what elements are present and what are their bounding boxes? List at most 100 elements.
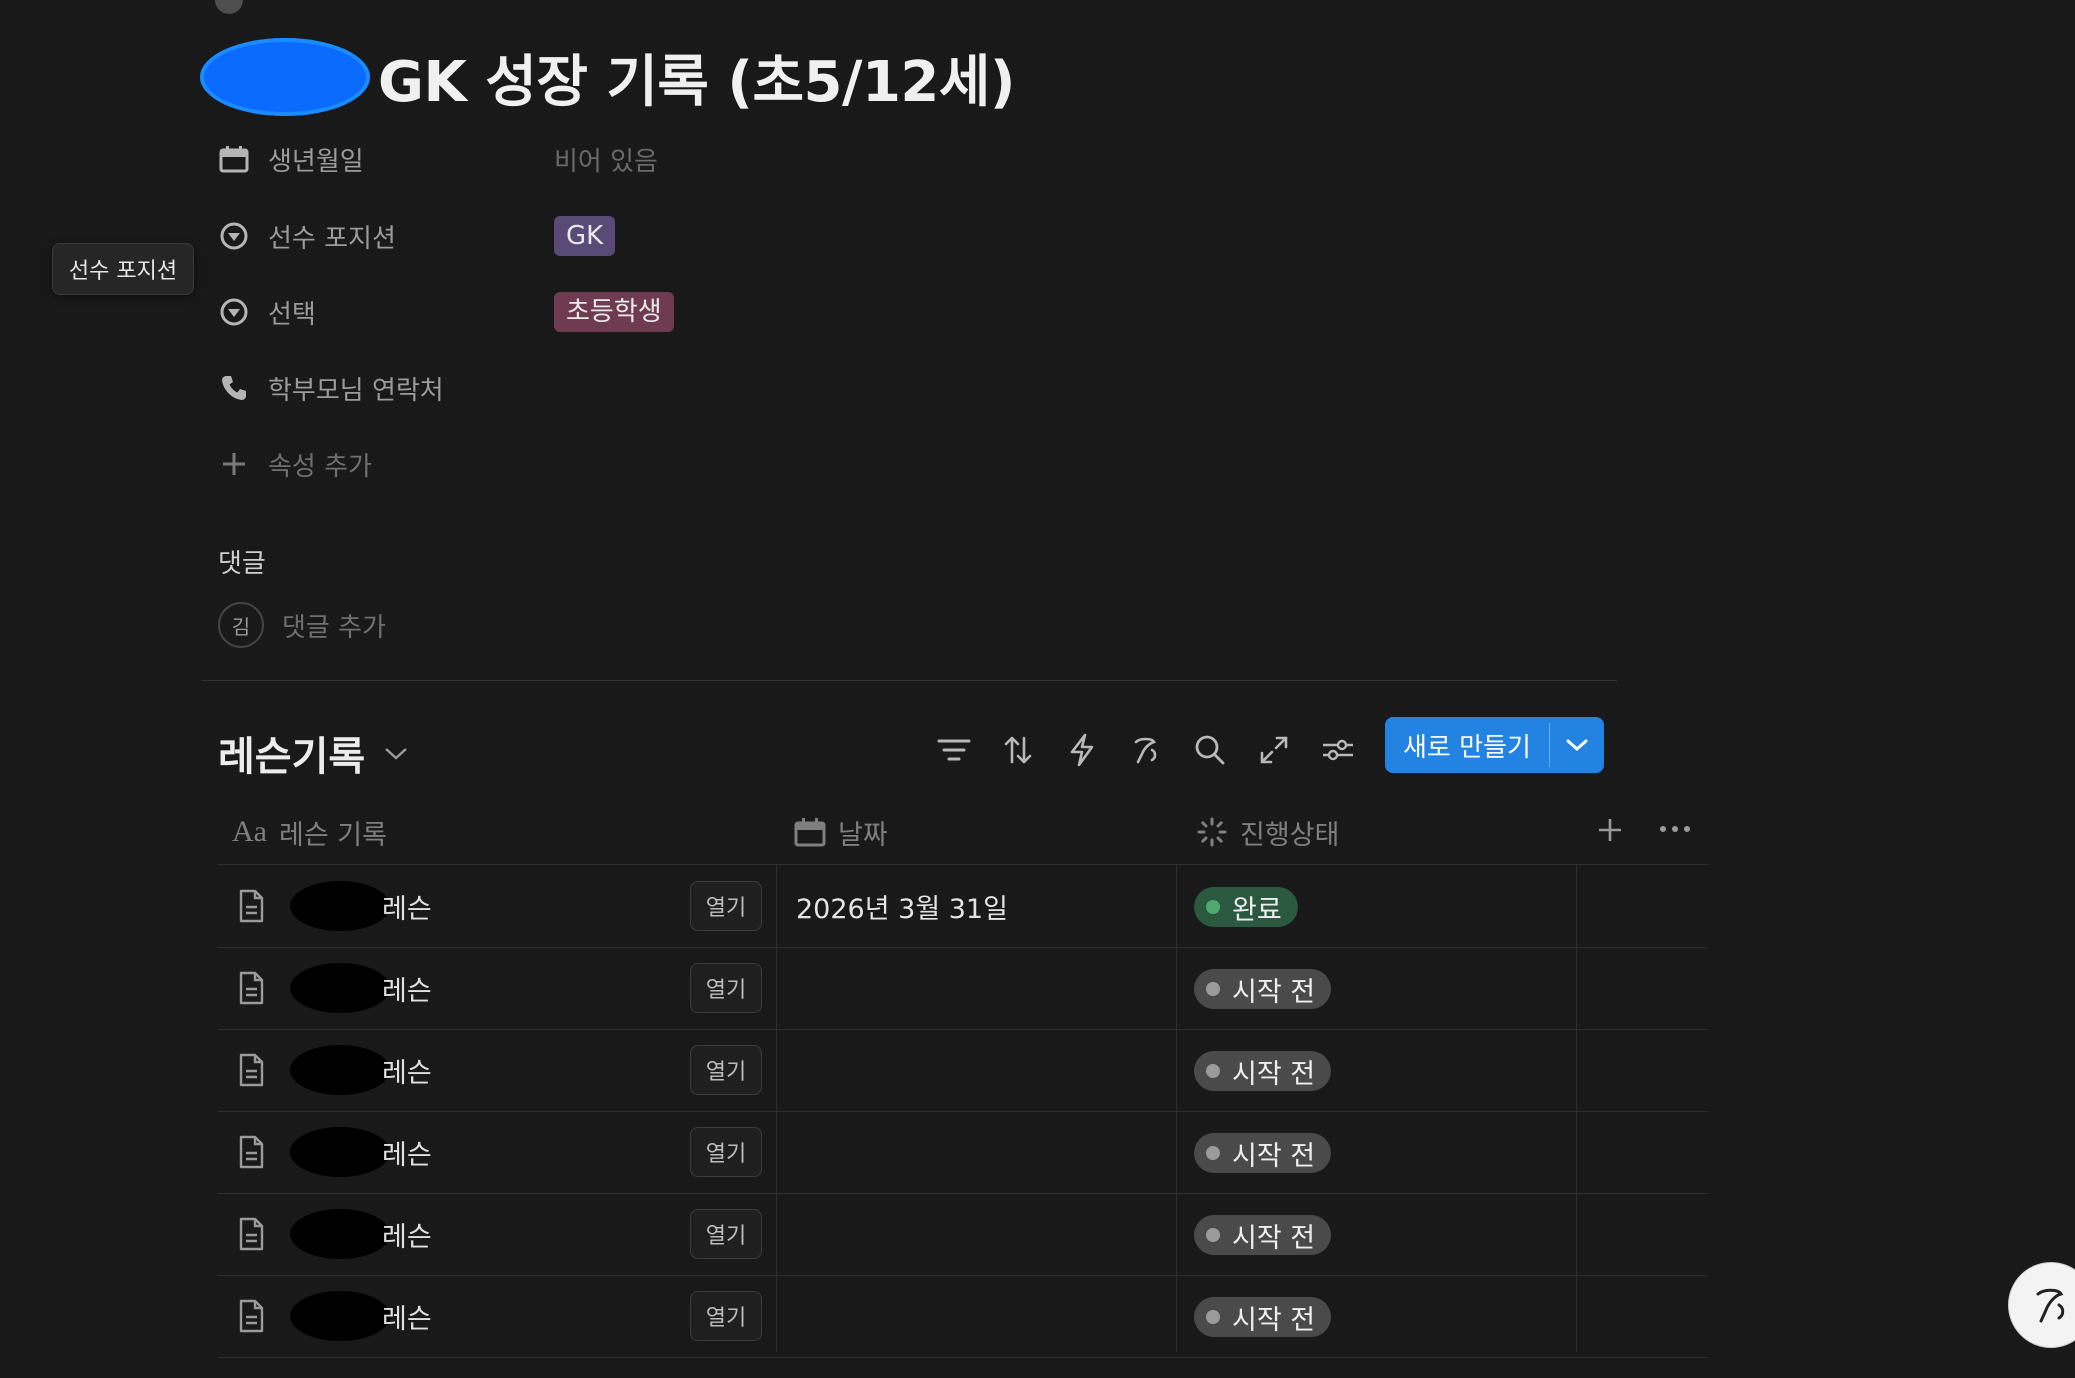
ai-icon[interactable] <box>1128 732 1164 768</box>
status-label: 시작 전 <box>1232 1304 1316 1336</box>
row-title: 레슨 <box>382 1057 432 1089</box>
property-position[interactable]: 선수 포지션 <box>218 214 396 258</box>
table-row[interactable]: 레슨 열기 시작 전 <box>218 947 1708 1030</box>
plus-icon <box>218 448 250 480</box>
status-dot <box>1206 1146 1220 1160</box>
sort-icon[interactable] <box>1000 732 1036 768</box>
ai-icon <box>2036 1288 2065 1323</box>
table-row[interactable]: 레슨 열기 시작 전 <box>218 1111 1708 1194</box>
row-title: 레슨 <box>382 893 432 925</box>
tag-elementary[interactable]: 초등학생 <box>554 292 674 332</box>
page-title[interactable]: GK 성장 기록 (초5/12세) <box>378 37 1016 118</box>
table-row[interactable]: 레슨 열기 2026년 3월 31일 완료 <box>218 865 1708 948</box>
filter-icon[interactable] <box>936 732 972 768</box>
row-title: 레슨 <box>382 1221 432 1253</box>
open-button[interactable]: 열기 <box>690 881 762 931</box>
comment-placeholder[interactable]: 댓글 추가 <box>282 607 386 644</box>
search-icon[interactable] <box>1192 732 1228 768</box>
status-badge[interactable]: 시작 전 <box>1194 969 1332 1009</box>
breadcrumb-icon <box>215 0 243 14</box>
column-header-name[interactable]: Aa 레슨 기록 <box>232 806 387 858</box>
status-dot <box>1206 1064 1220 1078</box>
automation-icon[interactable] <box>1064 732 1100 768</box>
more-options-button[interactable] <box>1658 822 1692 836</box>
status-badge[interactable]: 시작 전 <box>1194 1133 1332 1173</box>
status-label: 시작 전 <box>1232 1140 1316 1172</box>
document-icon <box>239 1135 264 1169</box>
property-label: 선수 포지션 <box>268 223 396 254</box>
add-column-button[interactable] <box>1596 816 1624 844</box>
status-dot <box>1206 982 1220 996</box>
text-icon: Aa <box>232 815 267 848</box>
page-title-row: GK 성장 기록 (초5/12세) <box>200 37 1016 118</box>
status-icon <box>1196 816 1228 848</box>
expand-icon[interactable] <box>1256 732 1292 768</box>
select-icon <box>218 220 250 252</box>
row-title-cell[interactable]: 레슨 <box>234 947 432 1029</box>
property-value[interactable]: GK <box>554 214 616 258</box>
new-button[interactable]: 새로 만들기 <box>1385 717 1549 773</box>
property-value[interactable]: 비어 있음 <box>554 137 658 181</box>
select-icon <box>218 296 250 328</box>
phone-icon <box>218 372 250 404</box>
breadcrumb <box>215 0 243 14</box>
document-icon <box>239 1299 264 1333</box>
database-title-text: 레슨기록 <box>218 734 366 780</box>
property-value[interactable]: 초등학생 <box>554 290 674 334</box>
status-badge[interactable]: 시작 전 <box>1194 1051 1332 1091</box>
column-label: 진행상태 <box>1240 819 1340 851</box>
column-header-status[interactable]: 진행상태 <box>1196 806 1339 858</box>
open-button[interactable]: 열기 <box>690 1209 762 1259</box>
property-label: 생년월일 <box>268 146 364 177</box>
help-button[interactable] <box>2008 1262 2075 1348</box>
status-label: 시작 전 <box>1232 1222 1316 1254</box>
redaction-mark <box>290 881 390 931</box>
add-property-label: 속성 추가 <box>268 451 372 482</box>
new-button-dropdown[interactable] <box>1550 717 1604 773</box>
row-title-cell[interactable]: 레슨 <box>234 865 432 947</box>
open-button[interactable]: 열기 <box>690 1045 762 1095</box>
open-button[interactable]: 열기 <box>690 1127 762 1177</box>
row-title-cell[interactable]: 레슨 <box>234 1275 432 1357</box>
row-title-cell[interactable]: 레슨 <box>234 1193 432 1275</box>
row-title: 레슨 <box>382 1139 432 1171</box>
document-icon <box>239 1217 264 1251</box>
table-row[interactable]: 레슨 열기 시작 전 <box>218 1193 1708 1276</box>
date-cell[interactable]: 2026년 3월 31일 <box>796 865 1008 947</box>
status-badge[interactable]: 완료 <box>1194 887 1298 927</box>
open-button[interactable]: 열기 <box>690 963 762 1013</box>
status-label: 시작 전 <box>1232 976 1316 1008</box>
database-title[interactable]: 레슨기록 <box>218 724 409 782</box>
table-row[interactable]: 레슨 열기 시작 전 <box>218 1275 1708 1358</box>
column-label: 날짜 <box>838 819 888 851</box>
open-button[interactable]: 열기 <box>690 1291 762 1341</box>
property-birthday[interactable]: 생년월일 <box>218 137 364 181</box>
status-badge[interactable]: 시작 전 <box>1194 1297 1332 1337</box>
property-select[interactable]: 선택 <box>218 290 316 334</box>
chevron-down-icon[interactable] <box>383 744 409 762</box>
status-badge[interactable]: 시작 전 <box>1194 1215 1332 1255</box>
divider <box>202 680 1617 681</box>
status-dot <box>1206 900 1220 914</box>
redaction-mark <box>290 1209 390 1259</box>
document-icon <box>239 971 264 1005</box>
add-property-button[interactable]: 속성 추가 <box>218 442 372 486</box>
table-row[interactable]: 레슨 열기 시작 전 <box>218 1029 1708 1112</box>
row-title-cell[interactable]: 레슨 <box>234 1111 432 1193</box>
database-toolbar <box>936 722 1356 778</box>
tag-gk[interactable]: GK <box>554 216 616 256</box>
property-parent-contact[interactable]: 학부모님 연락처 <box>218 366 444 410</box>
comment-input[interactable]: 김 댓글 추가 <box>218 600 386 650</box>
redaction-mark <box>290 1291 390 1341</box>
row-title: 레슨 <box>382 1303 432 1335</box>
row-title-cell[interactable]: 레슨 <box>234 1029 432 1111</box>
calendar-icon <box>794 817 826 847</box>
settings-icon[interactable] <box>1320 732 1356 768</box>
document-icon <box>239 889 264 923</box>
status-label: 시작 전 <box>1232 1058 1316 1090</box>
avatar: 김 <box>218 602 264 648</box>
property-label: 선택 <box>268 299 316 330</box>
comments-heading: 댓글 <box>218 549 266 579</box>
new-button-group: 새로 만들기 <box>1385 717 1604 773</box>
column-header-date[interactable]: 날짜 <box>794 806 888 858</box>
